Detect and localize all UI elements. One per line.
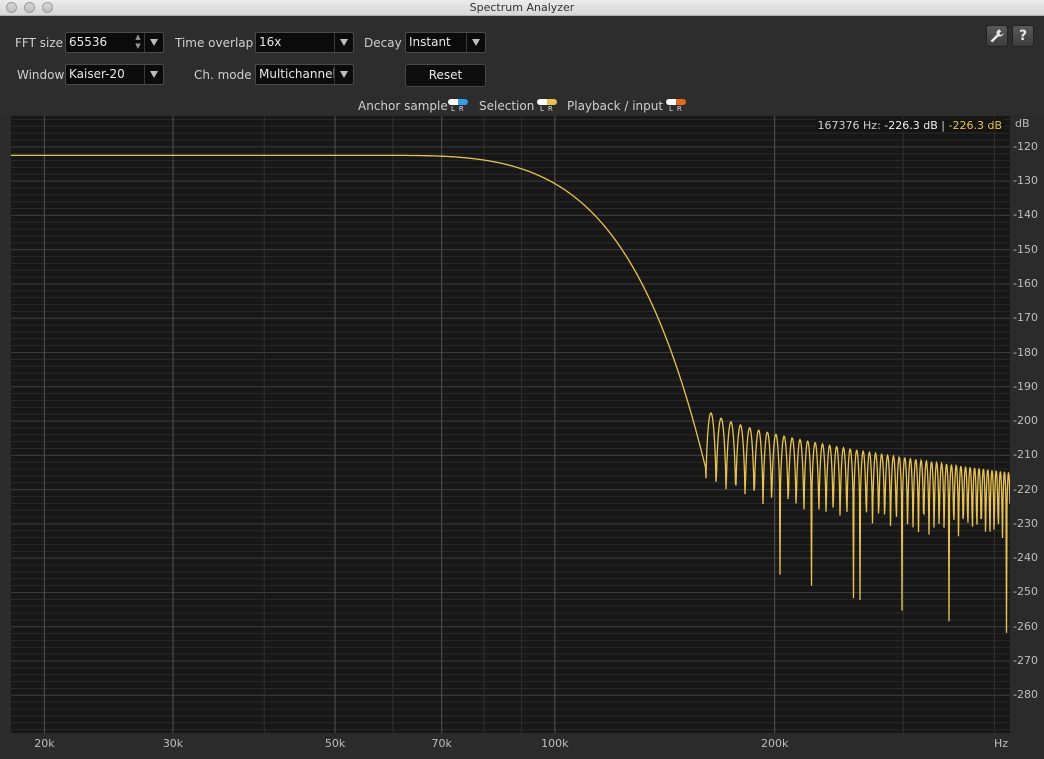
playback-input-label: Playback / input — [567, 99, 664, 113]
window-dropdown-arrow[interactable] — [144, 65, 163, 84]
readout-value-right: -226.3 dB — [948, 119, 1003, 132]
fft-size-stepper[interactable]: ▲ ▼ — [132, 33, 144, 52]
time-overlap-combo[interactable]: 16x — [255, 32, 354, 53]
anchor-sample-swatch: LR — [448, 99, 468, 113]
y-tick-label: -220 — [1013, 482, 1038, 496]
time-overlap-label: Time overlap — [175, 36, 254, 50]
y-tick-label: -190 — [1013, 379, 1038, 393]
y-tick-label: -160 — [1013, 276, 1038, 290]
chevron-down-icon — [472, 39, 480, 46]
spectrum-plot[interactable]: 167376 Hz: -226.3 dB | -226.3 dB — [11, 116, 1010, 733]
cursor-readout: 167376 Hz: -226.3 dB | -226.3 dB — [815, 119, 1004, 132]
minimize-window-button[interactable] — [24, 2, 35, 13]
chevron-down-icon — [150, 71, 158, 78]
x-tick-label: 70k — [431, 737, 452, 750]
fft-size-dropdown-arrow[interactable] — [144, 33, 163, 52]
window-value: Kaiser-20 — [69, 67, 125, 81]
ch-mode-value: Multichannel — [259, 67, 336, 81]
title-bar: Spectrum Analyzer — [0, 0, 1044, 16]
y-tick-label: -230 — [1013, 516, 1038, 530]
fft-size-label: FFT size — [15, 36, 64, 50]
chevron-down-icon — [340, 39, 348, 46]
y-tick-label: -270 — [1013, 654, 1038, 668]
y-tick-label: -180 — [1013, 345, 1038, 359]
decay-combo[interactable]: Instant — [405, 32, 486, 53]
zoom-window-button[interactable] — [42, 2, 53, 13]
x-tick-label: 30k — [162, 737, 184, 750]
ch-mode-combo[interactable]: Multichannel — [255, 64, 354, 85]
y-tick-label: -200 — [1013, 414, 1038, 428]
y-tick-label: -240 — [1013, 551, 1038, 565]
help-icon: ? — [1018, 28, 1028, 44]
x-tick-label: 100k — [541, 737, 569, 750]
time-overlap-value: 16x — [259, 35, 282, 49]
y-tick-label: -280 — [1013, 688, 1038, 702]
decay-dropdown-arrow[interactable] — [466, 33, 485, 52]
y-tick-label: -130 — [1013, 174, 1038, 188]
x-tick-label: 50k — [324, 737, 346, 750]
readout-value-left: -226.3 dB — [884, 119, 938, 132]
readout-frequency: 167376 Hz: — [817, 119, 881, 132]
fft-size-value: 65536 — [69, 35, 108, 49]
spectrum-chart-svg — [11, 116, 1010, 733]
window-combo[interactable]: Kaiser-20 — [65, 64, 164, 85]
chevron-down-icon — [340, 71, 348, 78]
x-axis-unit-label: Hz — [993, 737, 1009, 750]
x-tick-label: 200k — [761, 737, 789, 750]
playback-input-swatch: LR — [666, 99, 686, 113]
y-tick-label: -170 — [1013, 311, 1038, 325]
time-overlap-dropdown-arrow[interactable] — [334, 33, 353, 52]
y-tick-label: -260 — [1013, 619, 1038, 633]
wrench-icon — [990, 29, 1004, 43]
selection-label: Selection — [479, 99, 535, 113]
anchor-sample-label: Anchor sample — [358, 99, 448, 113]
spectrum-series-line — [11, 154, 1010, 633]
ch-mode-label: Ch. mode — [194, 68, 252, 82]
y-tick-label: -210 — [1013, 448, 1038, 462]
ch-mode-dropdown-arrow[interactable] — [334, 65, 353, 84]
y-axis-unit-label: dB — [1015, 117, 1030, 130]
window-label: Window — [17, 68, 65, 82]
settings-button[interactable] — [986, 25, 1008, 47]
y-tick-label: -150 — [1013, 242, 1038, 256]
decay-label: Decay — [364, 36, 402, 50]
reset-button[interactable]: Reset — [405, 64, 486, 87]
y-tick-label: -120 — [1013, 139, 1038, 153]
x-tick-label: 20k — [34, 737, 55, 750]
fft-size-combo[interactable]: 65536 ▲ ▼ — [65, 32, 164, 53]
close-window-button[interactable] — [6, 2, 17, 13]
readout-separator: | — [941, 119, 945, 132]
window-title: Spectrum Analyzer — [469, 1, 575, 14]
y-tick-label: -140 — [1013, 208, 1038, 222]
decay-value: Instant — [409, 35, 451, 49]
help-button[interactable]: ? — [1012, 25, 1034, 47]
chevron-down-icon — [150, 39, 158, 46]
y-tick-label: -250 — [1013, 585, 1038, 599]
selection-swatch: LR — [537, 99, 557, 113]
